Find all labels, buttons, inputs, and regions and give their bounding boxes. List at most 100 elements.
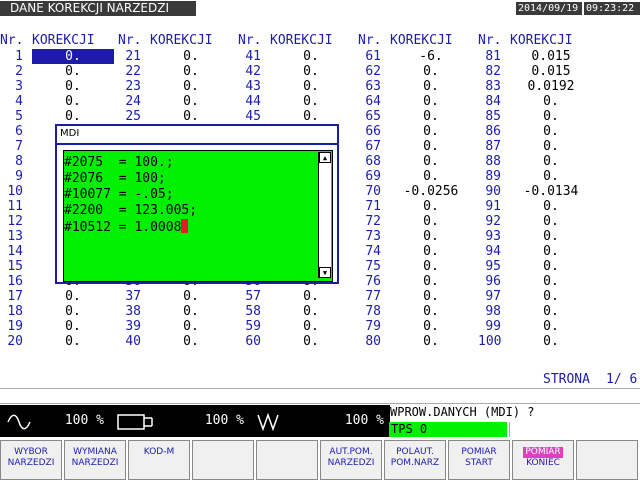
table-row[interactable]: 64 0. [358, 94, 478, 109]
offset-value[interactable]: 0. [150, 109, 232, 124]
table-row[interactable]: 93 0. [478, 229, 598, 244]
table-row[interactable]: 83 0.0192 [478, 79, 598, 94]
offset-value[interactable]: 0. [32, 109, 114, 124]
table-row[interactable]: 61 -6. [358, 49, 478, 64]
table-row[interactable]: 67 0. [358, 139, 478, 154]
offset-value[interactable]: 0. [390, 319, 472, 334]
table-row[interactable]: 62 0. [358, 64, 478, 79]
offset-value[interactable]: 0. [390, 304, 472, 319]
offset-value[interactable]: 0.0192 [510, 79, 592, 94]
table-row[interactable]: 73 0. [358, 229, 478, 244]
offset-value[interactable]: 0. [32, 319, 114, 334]
offset-value[interactable]: 0. [390, 229, 472, 244]
offset-value[interactable]: 0. [270, 304, 352, 319]
table-row[interactable]: 21 0. [118, 49, 238, 64]
offset-value[interactable]: 0. [510, 274, 592, 289]
table-row[interactable]: 60 0. [238, 334, 358, 349]
offset-value[interactable]: 0. [390, 214, 472, 229]
offset-value[interactable]: -6. [390, 49, 472, 64]
table-row[interactable]: 90 -0.0134 [478, 184, 598, 199]
table-row[interactable]: 41 0. [238, 49, 358, 64]
table-row[interactable]: 98 0. [478, 304, 598, 319]
table-row[interactable]: 20 0. [0, 334, 120, 349]
table-row[interactable]: 18 0. [0, 304, 120, 319]
offset-value[interactable]: 0. [150, 94, 232, 109]
table-row[interactable]: 92 0. [478, 214, 598, 229]
table-row[interactable]: 5 0. [0, 109, 120, 124]
mdi-window[interactable]: MDI #2075 = 100.; #2076 = 100; #10077 = -.… [55, 124, 339, 284]
scroll-up-icon[interactable]: ▲ [319, 152, 331, 163]
table-row[interactable]: 25 0. [118, 109, 238, 124]
offset-value[interactable]: 0. [390, 79, 472, 94]
table-row[interactable]: 45 0. [238, 109, 358, 124]
offset-value[interactable]: 0. [150, 319, 232, 334]
offset-value[interactable]: 0. [270, 319, 352, 334]
offset-value[interactable]: 0. [510, 199, 592, 214]
offset-value[interactable]: 0. [510, 244, 592, 259]
mdi-editor[interactable]: #2075 = 100.; #2076 = 100; #10077 = -.05; #… [63, 150, 333, 282]
offset-value[interactable]: 0. [32, 49, 114, 64]
table-row[interactable]: 89 0. [478, 169, 598, 184]
table-row[interactable]: 65 0. [358, 109, 478, 124]
offset-value[interactable]: 0. [390, 154, 472, 169]
table-row[interactable]: 81 0.015 [478, 49, 598, 64]
offset-value[interactable]: 0. [390, 289, 472, 304]
offset-value[interactable]: 0. [270, 49, 352, 64]
table-row[interactable]: 86 0. [478, 124, 598, 139]
table-row[interactable]: 39 0. [118, 319, 238, 334]
offset-value[interactable]: 0. [510, 319, 592, 334]
table-row[interactable]: 23 0. [118, 79, 238, 94]
table-row[interactable]: 77 0. [358, 289, 478, 304]
table-row[interactable]: 59 0. [238, 319, 358, 334]
table-row[interactable]: 99 0. [478, 319, 598, 334]
offset-value[interactable]: 0. [32, 94, 114, 109]
offset-value[interactable]: -0.0256 [390, 184, 472, 199]
table-row[interactable]: 44 0. [238, 94, 358, 109]
offset-value[interactable]: 0. [390, 109, 472, 124]
offset-value[interactable]: 0. [510, 109, 592, 124]
table-row[interactable]: 71 0. [358, 199, 478, 214]
softkey-7[interactable]: POLAUT. POM.NARZ [384, 440, 446, 480]
table-row[interactable]: 24 0. [118, 94, 238, 109]
table-row[interactable]: 38 0. [118, 304, 238, 319]
table-row[interactable]: 91 0. [478, 199, 598, 214]
offset-value[interactable]: 0. [32, 64, 114, 79]
offset-value[interactable]: 0. [270, 64, 352, 79]
softkey-4[interactable] [192, 440, 254, 480]
offset-value[interactable]: 0. [510, 289, 592, 304]
table-row[interactable]: 70 -0.0256 [358, 184, 478, 199]
table-row[interactable]: 22 0. [118, 64, 238, 79]
table-row[interactable]: 63 0. [358, 79, 478, 94]
offset-value[interactable]: 0. [510, 304, 592, 319]
softkey-2[interactable]: WYMIANA NARZEDZI [64, 440, 126, 480]
softkey-10[interactable] [576, 440, 638, 480]
offset-value[interactable]: 0. [390, 244, 472, 259]
table-row[interactable]: 40 0. [118, 334, 238, 349]
offset-value[interactable]: 0.015 [510, 64, 592, 79]
offset-value[interactable]: 0. [270, 334, 352, 349]
offset-value[interactable]: 0. [390, 259, 472, 274]
softkey-5[interactable] [256, 440, 318, 480]
offset-value[interactable]: 0. [390, 274, 472, 289]
offset-value[interactable]: 0. [270, 79, 352, 94]
softkey-1[interactable]: WYBOR NARZEDZI [0, 440, 62, 480]
offset-value[interactable]: 0. [150, 49, 232, 64]
offset-value[interactable]: 0. [510, 154, 592, 169]
offset-value[interactable]: 0. [150, 79, 232, 94]
offset-value[interactable]: 0.015 [510, 49, 592, 64]
offset-value[interactable]: 0. [150, 334, 232, 349]
softkey-6[interactable]: AUT.POM. NARZEDZI [320, 440, 382, 480]
table-row[interactable]: 94 0. [478, 244, 598, 259]
table-row[interactable]: 68 0. [358, 154, 478, 169]
table-row[interactable]: 76 0. [358, 274, 478, 289]
table-row[interactable]: 95 0. [478, 259, 598, 274]
scroll-down-icon[interactable]: ▼ [319, 267, 331, 278]
table-row[interactable]: 42 0. [238, 64, 358, 79]
table-row[interactable]: 78 0. [358, 304, 478, 319]
offset-value[interactable]: 0. [390, 199, 472, 214]
table-row[interactable]: 37 0. [118, 289, 238, 304]
table-row[interactable]: 75 0. [358, 259, 478, 274]
offset-value[interactable]: 0. [510, 229, 592, 244]
offset-value[interactable]: 0. [390, 139, 472, 154]
offset-value[interactable]: 0. [510, 259, 592, 274]
